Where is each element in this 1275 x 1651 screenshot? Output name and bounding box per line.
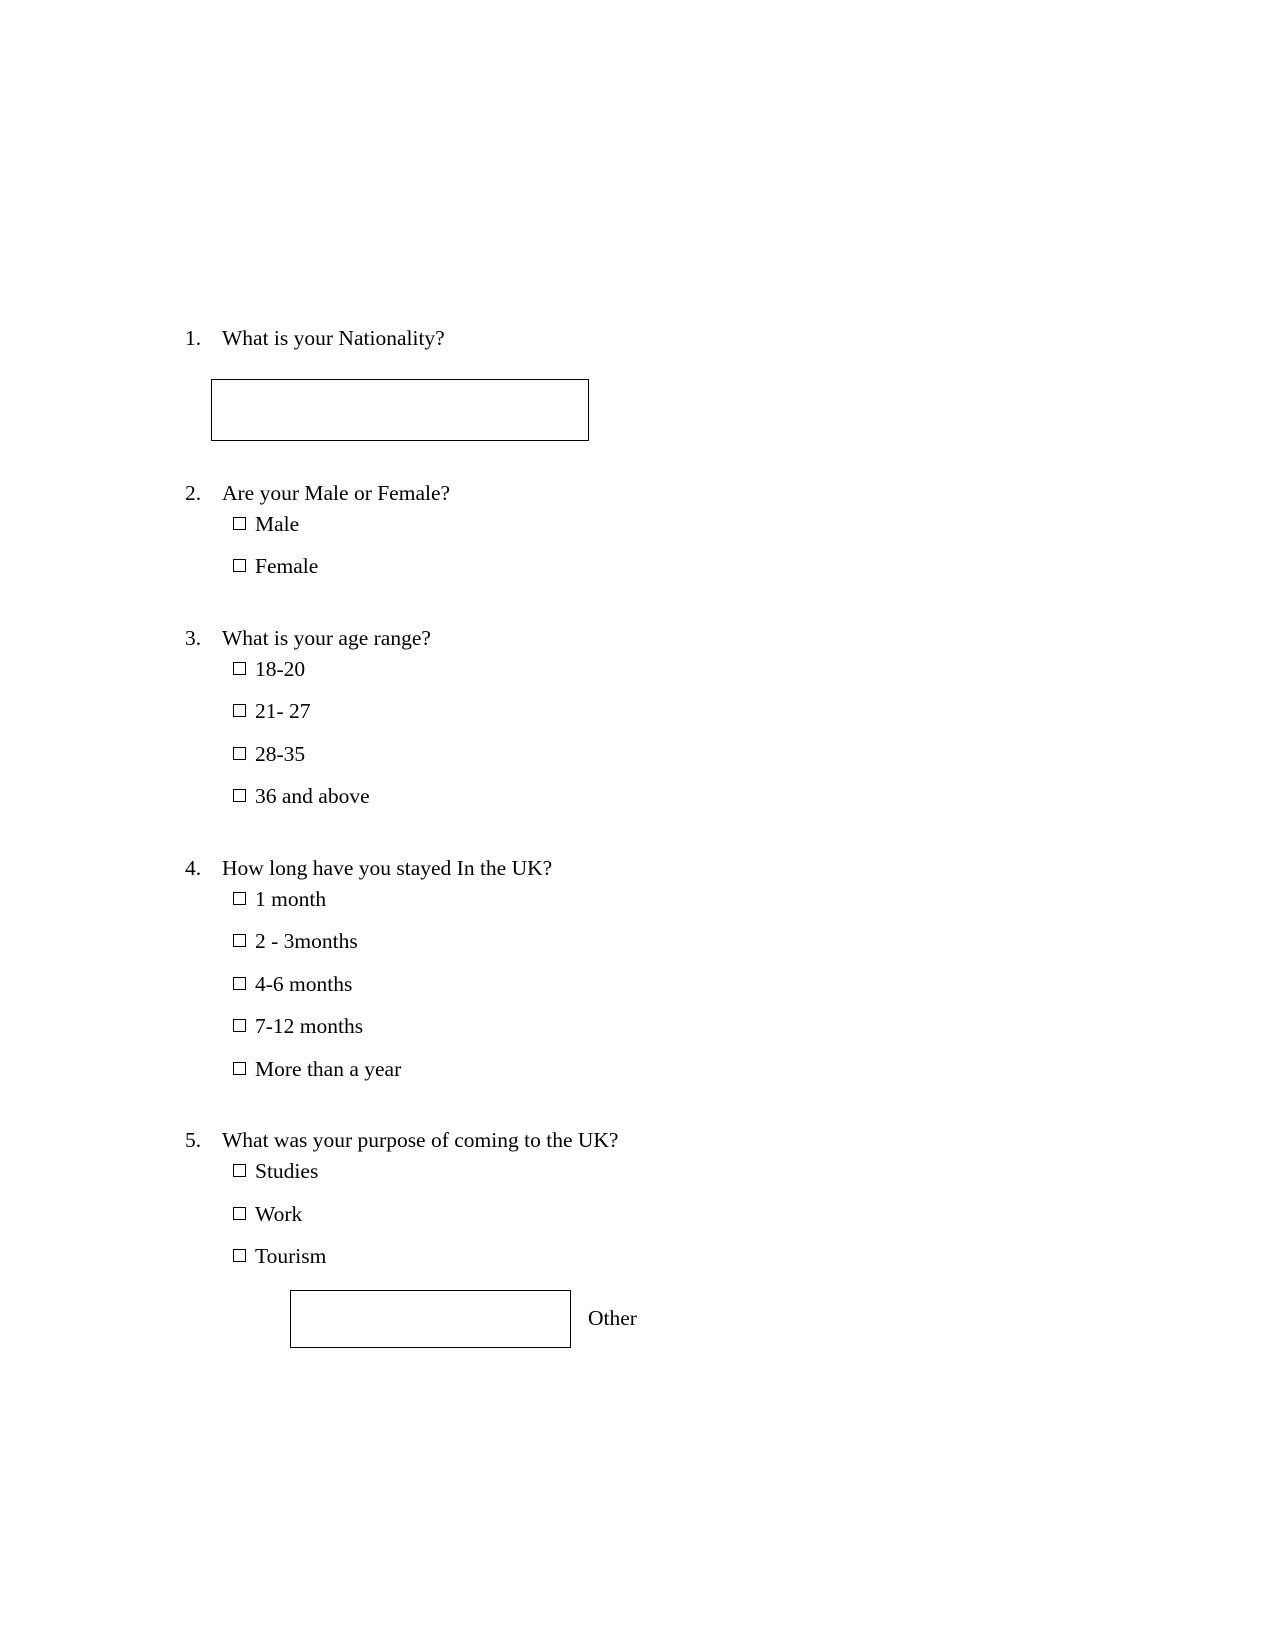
option-label: 2 - 3months — [255, 929, 358, 954]
option-label: 28-35 — [255, 741, 306, 766]
question-4-options: 1 month 2 - 3months 4-6 months 7-12 mont… — [185, 886, 1125, 1081]
checkbox-icon[interactable] — [233, 891, 246, 905]
option-label: Work — [255, 1201, 303, 1226]
question-3-text: What is your age range? — [222, 625, 431, 650]
nationality-input-box[interactable] — [211, 378, 589, 441]
checkbox-icon[interactable] — [233, 746, 246, 760]
question-2-text: Are your Male or Female? — [222, 480, 451, 505]
checkbox-icon[interactable] — [233, 661, 246, 675]
option-label: Female — [255, 554, 319, 579]
question-block-1: 1. What is your Nationality? — [185, 325, 1125, 441]
option-row[interactable]: Male — [233, 511, 1125, 536]
question-block-4: 4. How long have you stayed In the UK? 1… — [185, 855, 1125, 1080]
option-row[interactable]: 21- 27 — [233, 701, 1125, 723]
question-4-text: How long have you stayed In the UK? — [222, 855, 553, 880]
option-label: More than a year — [255, 1056, 402, 1081]
checkbox-icon[interactable] — [233, 934, 246, 948]
option-row[interactable]: Tourism — [233, 1246, 1125, 1268]
question-block-5: 5. What was your purpose of coming to th… — [185, 1127, 1125, 1348]
option-row[interactable]: Female — [233, 556, 1125, 578]
question-5-options: Studies Work Tourism — [185, 1161, 1125, 1268]
checkbox-icon[interactable] — [233, 1061, 246, 1075]
question-4-row: 4. How long have you stayed In the UK? — [185, 855, 1125, 883]
question-3-row: 3. What is your age range? — [185, 625, 1125, 653]
other-answer-row: Other — [185, 1289, 1125, 1348]
option-label: 18-20 — [255, 656, 306, 681]
question-3-options: 18-20 21- 27 28-35 36 and above — [185, 656, 1125, 808]
checkbox-icon[interactable] — [233, 1249, 246, 1263]
option-row[interactable]: 4-6 months — [233, 971, 1125, 996]
option-label: 36 and above — [255, 784, 370, 809]
checkbox-icon[interactable] — [233, 976, 246, 990]
option-label: 21- 27 — [255, 699, 311, 724]
question-3-number: 3. — [185, 625, 202, 650]
checkbox-icon[interactable] — [233, 1206, 246, 1220]
question-1-number: 1. — [185, 326, 202, 350]
question-2-row: 2. Are your Male or Female? — [185, 480, 1125, 508]
other-input-box[interactable] — [290, 1289, 571, 1348]
option-label: 7-12 months — [255, 1014, 364, 1039]
option-label: Tourism — [255, 1244, 327, 1269]
checkbox-icon[interactable] — [233, 704, 246, 718]
option-row[interactable]: Studies — [233, 1161, 1125, 1183]
checkbox-icon[interactable] — [233, 1164, 246, 1178]
checkbox-icon[interactable] — [233, 789, 246, 803]
question-2-number: 2. — [185, 480, 202, 505]
option-label: Studies — [255, 1159, 319, 1184]
question-1-row: 1. What is your Nationality? — [185, 325, 1125, 353]
option-row[interactable]: More than a year — [233, 1056, 1125, 1081]
question-5-number: 5. — [185, 1128, 202, 1153]
option-row[interactable]: 18-20 — [233, 656, 1125, 681]
checkbox-icon[interactable] — [233, 559, 246, 573]
question-2-options: Male Female — [185, 511, 1125, 578]
question-1-text: What is your Nationality? — [222, 326, 445, 350]
option-row[interactable]: Work — [233, 1201, 1125, 1226]
other-label: Other — [588, 1305, 637, 1330]
question-5-text: What was your purpose of coming to the U… — [222, 1128, 619, 1153]
questionnaire-content: 1. What is your Nationality? 2. Are your… — [185, 325, 1125, 1348]
question-4-number: 4. — [185, 855, 202, 880]
question-block-3: 3. What is your age range? 18-20 21- 27 … — [185, 625, 1125, 808]
option-label: 1 month — [255, 886, 327, 911]
other-input[interactable] — [291, 1290, 570, 1347]
option-label: 4-6 months — [255, 971, 353, 996]
option-row[interactable]: 28-35 — [233, 741, 1125, 766]
option-row[interactable]: 1 month — [233, 886, 1125, 911]
question-block-2: 2. Are your Male or Female? Male Female — [185, 480, 1125, 578]
checkbox-icon[interactable] — [233, 1019, 246, 1033]
questionnaire-page: 1. What is your Nationality? 2. Are your… — [0, 0, 1275, 1651]
option-label: Male — [255, 511, 300, 536]
question-5-row: 5. What was your purpose of coming to th… — [185, 1127, 1125, 1155]
checkbox-icon[interactable] — [233, 516, 246, 530]
option-row[interactable]: 7-12 months — [233, 1016, 1125, 1038]
option-row[interactable]: 36 and above — [233, 786, 1125, 808]
option-row[interactable]: 2 - 3months — [233, 931, 1125, 953]
nationality-input[interactable] — [212, 379, 588, 440]
